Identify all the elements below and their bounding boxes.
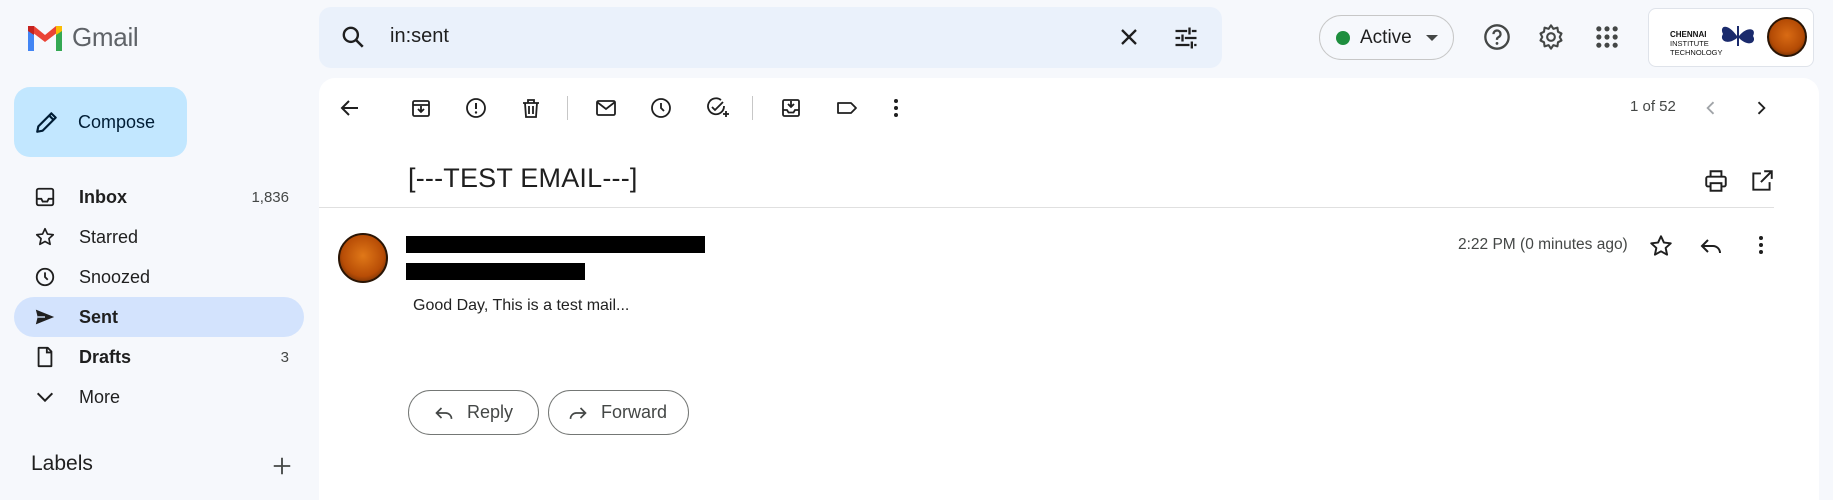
status-selector[interactable]: Active [1319,15,1454,60]
open-in-new-window-icon[interactable] [1749,168,1775,194]
organization-logo: CHENNAI INSTITUTE TECHNOLOGY [1670,30,1723,57]
reply-label: Reply [467,402,514,422]
settings-icon[interactable] [1537,23,1565,51]
sidebar-item-label: Drafts [79,346,132,367]
message-panel [319,78,1819,500]
status-label: Active [1360,26,1412,48]
search-bar[interactable] [319,7,1222,68]
sidebar-item-starred[interactable]: Starred [14,217,304,257]
butterfly-logo-icon [1721,26,1755,46]
report-spam-icon[interactable] [464,96,488,120]
sidebar-item-more[interactable]: More [14,377,304,417]
send-icon [35,309,55,325]
back-arrow-icon[interactable] [338,96,362,120]
sidebar-item-sent[interactable]: Sent [14,297,304,337]
print-icon[interactable] [1703,168,1729,194]
toolbar-divider [752,96,753,120]
org-name-line2: INSTITUTE [1670,39,1709,48]
status-dot [1336,30,1350,45]
sidebar-item-drafts[interactable]: Drafts 3 [14,337,304,377]
forward-label: Forward [601,402,668,422]
account-avatar[interactable] [1767,17,1807,57]
apps-grid-icon[interactable] [1593,23,1621,51]
forward-button[interactable]: Forward [548,390,689,435]
compose-button[interactable]: Compose [14,87,187,157]
add-label-icon[interactable] [271,455,293,477]
forward-icon [569,406,587,419]
sidebar-item-label: More [79,386,121,407]
sidebar-item-inbox[interactable]: Inbox 1,836 [14,177,304,217]
sidebar-item-label: Inbox [79,186,127,207]
chevron-right-icon[interactable] [1751,98,1771,118]
sidebar-item-label: Snoozed [79,266,151,287]
sidebar-item-label: Sent [79,306,119,327]
gmail-logo[interactable]: Gmail [26,22,139,53]
star-icon [35,227,55,246]
more-vert-icon[interactable] [1751,233,1771,257]
gmail-m-icon [28,25,62,51]
more-vert-icon[interactable] [886,96,906,120]
email-subject: [---TEST EMAIL---] [408,163,638,193]
search-options-icon[interactable] [1172,24,1200,52]
sidebar-item-snoozed[interactable]: Snoozed [14,257,304,297]
mark-unread-icon[interactable] [594,96,618,120]
star-icon[interactable] [1648,233,1674,259]
chevron-left-icon[interactable] [1701,98,1721,118]
caret-down-icon [1425,34,1438,41]
email-body: Good Day, This is a test mail... [413,297,630,314]
unread-count: 1,836 [251,188,289,206]
org-name-line3: TECHNOLOGY [1670,48,1723,57]
app-name: Gmail [72,22,139,52]
chevron-down-icon [36,392,54,403]
pagination-text: 1 of 52 [1630,98,1676,115]
redacted-sender-name [406,236,705,253]
archive-icon[interactable] [409,96,433,120]
org-name-line1: CHENNAI [1670,30,1707,39]
clock-icon [35,267,55,287]
inbox-icon [35,187,55,207]
reply-button[interactable]: Reply [408,390,539,435]
compose-label: Compose [78,111,156,132]
labels-heading: Labels [31,452,93,475]
redacted-recipient [406,263,585,280]
divider [319,207,1774,208]
search-input[interactable]: in:sent [390,25,449,48]
move-to-icon[interactable] [779,96,803,120]
help-icon[interactable] [1483,23,1511,51]
sidebar-item-label: Starred [79,226,139,247]
draft-count: 3 [280,348,289,366]
add-task-icon[interactable] [705,96,731,120]
snooze-icon[interactable] [649,96,673,120]
reply-icon [435,406,453,419]
close-icon[interactable] [1117,25,1141,49]
label-icon[interactable] [835,96,859,120]
draft-icon [37,346,53,368]
delete-icon[interactable] [519,96,543,120]
pencil-icon [36,112,57,133]
search-icon[interactable] [340,24,366,50]
sender-avatar[interactable] [338,233,388,283]
reply-icon[interactable] [1698,234,1724,258]
toolbar-divider [567,96,568,120]
message-timestamp: 2:22 PM (0 minutes ago) [1458,236,1628,253]
